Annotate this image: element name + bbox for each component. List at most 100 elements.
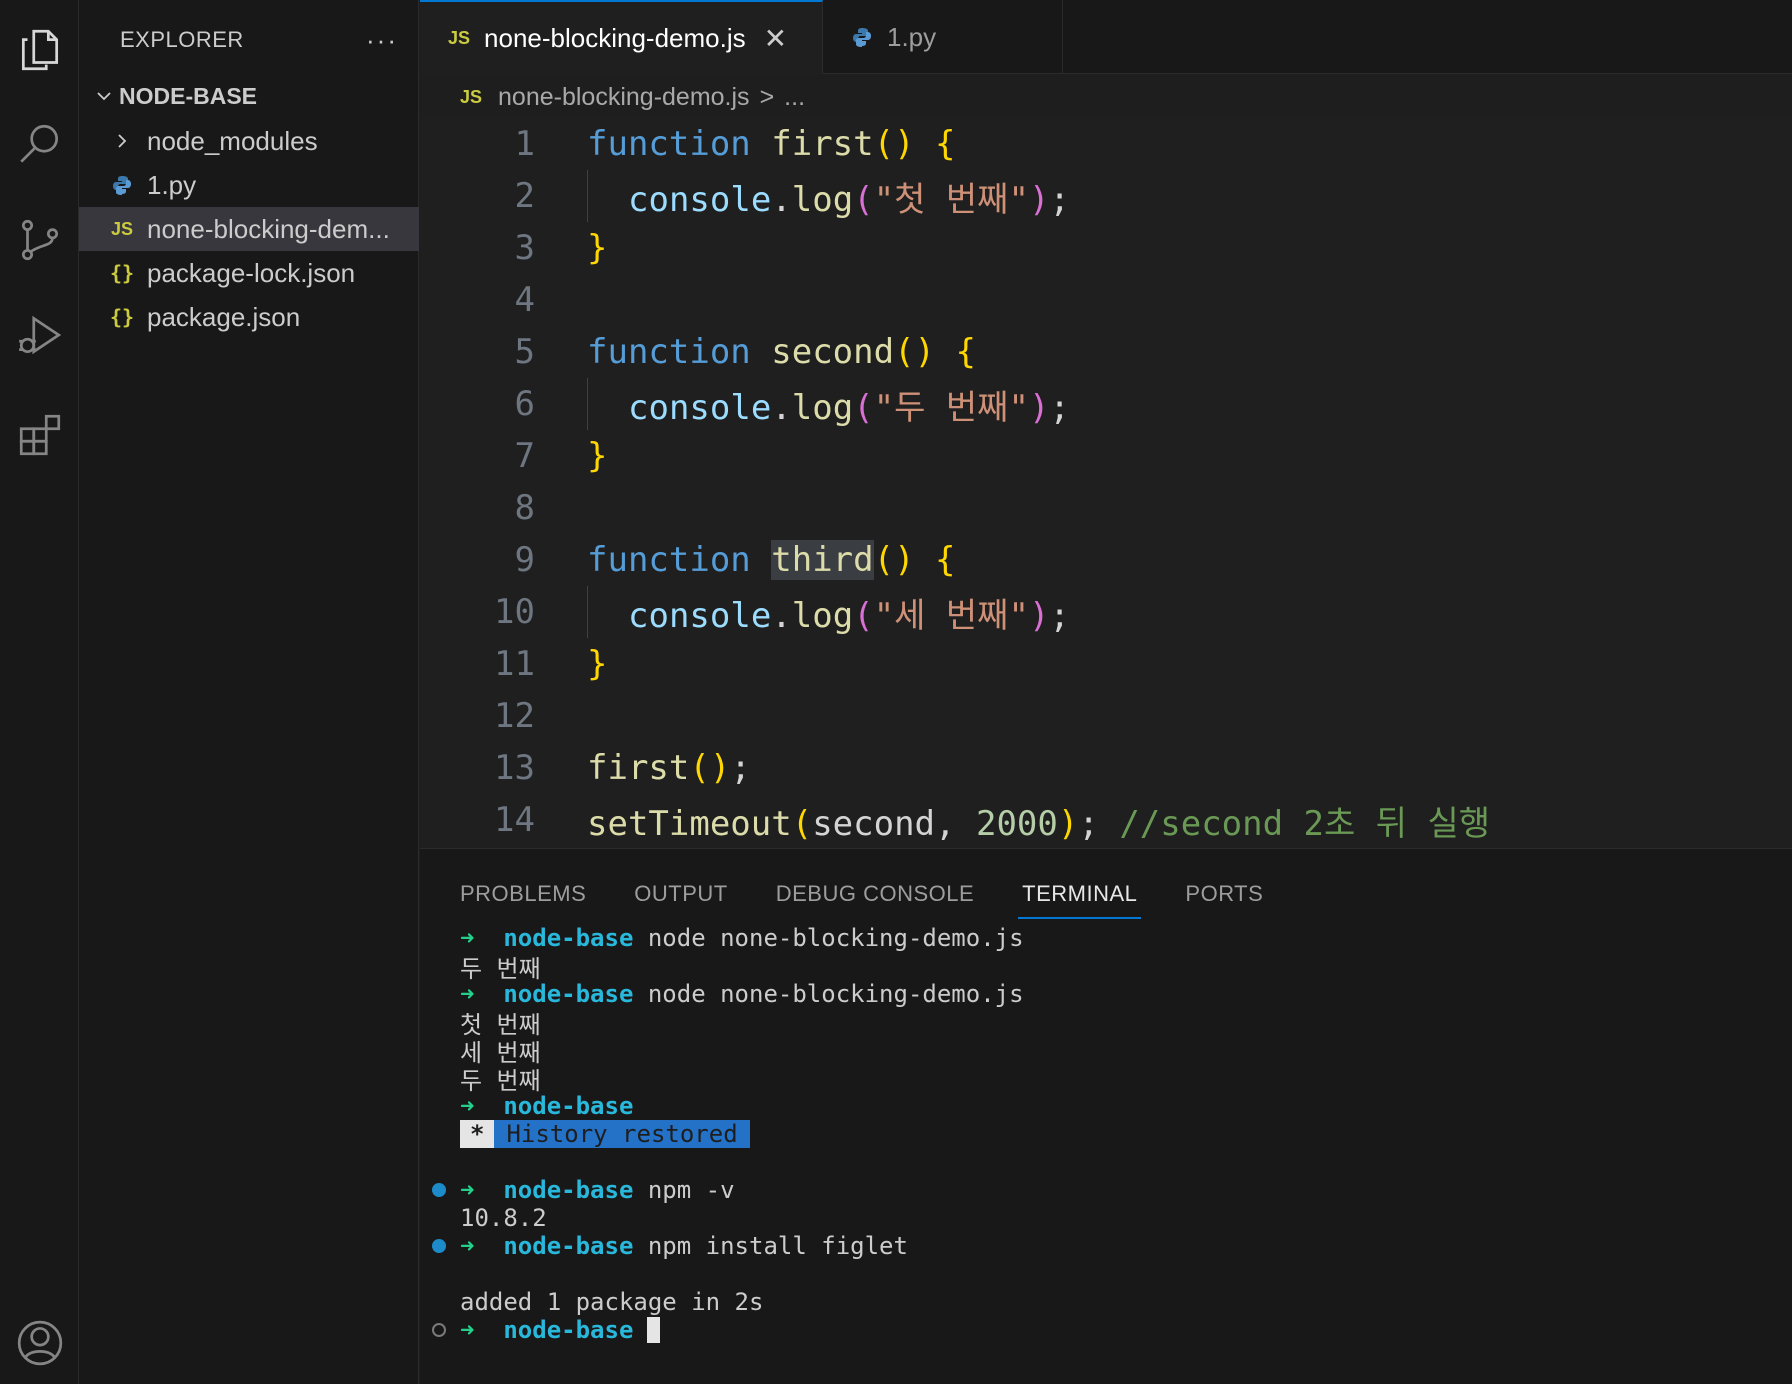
line-number: 5 (514, 332, 535, 372)
code-comment: //second 2초 뒤 실행 (1119, 803, 1491, 844)
tree-item-label: none-blocking-dem... (147, 213, 390, 244)
terminal-line: ➜ node-base (432, 1316, 661, 1344)
code-token: { (955, 332, 976, 372)
line-number: 11 (494, 644, 535, 684)
python-icon (851, 26, 873, 48)
json-icon: {} (109, 305, 135, 329)
prompt-arrow: ➜ (460, 1316, 475, 1344)
indent-guide (587, 586, 588, 638)
line-number: 4 (514, 280, 535, 320)
code-token: console (628, 595, 772, 636)
line-number: 10 (494, 592, 535, 632)
code-token: second (812, 803, 936, 844)
tab-label: 1.py (887, 21, 937, 52)
code-token: } (587, 644, 608, 684)
code-token: ) (1028, 595, 1050, 636)
code-token: { (935, 124, 956, 164)
breadcrumb: JS none-blocking-demo.js > ... (460, 76, 805, 118)
close-icon[interactable]: ✕ (764, 22, 787, 55)
tab-output[interactable]: OUTPUT (634, 869, 727, 919)
code-line: 14 setTimeout(second, 2000); //second 2초… (420, 794, 1792, 846)
code-token: ) (1057, 803, 1079, 844)
breadcrumb-symbol[interactable]: ... (784, 83, 805, 112)
history-text: History restored (494, 1120, 750, 1148)
prompt-dir: node-base (503, 1232, 634, 1260)
command-pending-dot[interactable] (432, 1323, 446, 1337)
tree-item-1-py[interactable]: 1.py (79, 163, 419, 207)
line-number: 2 (514, 176, 535, 216)
panel-tabs: PROBLEMS OUTPUT DEBUG CONSOLE TERMINAL P… (460, 869, 1263, 919)
more-actions-icon[interactable]: ··· (366, 25, 398, 56)
code-line: 10 console.log("세 번째"); (420, 586, 1792, 638)
terminal-command: npm install figlet (647, 1232, 908, 1260)
code-line: 8 (420, 482, 1792, 534)
code-token: () (894, 332, 936, 372)
line-number: 14 (494, 800, 535, 840)
code-token: first (587, 748, 690, 788)
tree-item-package-json[interactable]: {} package.json (79, 295, 419, 339)
chevron-down-icon (89, 86, 119, 106)
code-token: log (791, 179, 854, 220)
json-icon: {} (109, 261, 135, 285)
code-token: 2000 (975, 803, 1058, 844)
terminal-output-text: 10.8.2 (460, 1204, 547, 1232)
explorer-title: EXPLORER (120, 27, 244, 52)
code-token: , (935, 803, 976, 844)
code-token: { (935, 540, 956, 580)
run-debug-icon[interactable] (0, 300, 79, 370)
terminal-line: 두 번째 (460, 952, 541, 983)
code-token: ( (853, 595, 874, 636)
code-line: 9 function third() { (420, 534, 1792, 586)
tree-item-none-blocking-demo[interactable]: JS none-blocking-dem... (79, 207, 419, 251)
code-line: 6 console.log("두 번째"); (420, 378, 1792, 430)
code-token: ; (1049, 387, 1070, 428)
terminal-command: npm -v (647, 1176, 735, 1204)
history-star: * (460, 1120, 495, 1148)
terminal-command: node none-blocking-demo.js (647, 980, 1024, 1008)
tab-debug-console[interactable]: DEBUG CONSOLE (776, 869, 974, 919)
tab-problems[interactable]: PROBLEMS (460, 869, 586, 919)
code-token: () (689, 748, 731, 788)
tab-1-py[interactable]: 1.py (823, 0, 1063, 74)
code-token: console (628, 387, 772, 428)
command-success-dot[interactable] (432, 1183, 446, 1197)
terminal-cursor (647, 1317, 661, 1343)
explorer-icon[interactable] (0, 15, 79, 85)
folder-root[interactable]: NODE-BASE (79, 76, 419, 116)
code-editor[interactable]: 1 function first() { 2 console.log("첫 번째… (420, 118, 1792, 848)
terminal-line: ➜ node-base node none-blocking-demo.js (460, 980, 1024, 1008)
line-number: 9 (514, 540, 535, 580)
code-token: () (873, 124, 915, 164)
code-token: "세 번째" (873, 595, 1029, 636)
tree-item-node-modules[interactable]: node_modules (79, 119, 419, 163)
code-line: 11 } (420, 638, 1792, 690)
search-icon[interactable] (0, 110, 79, 180)
terminal-line: 두 번째 (460, 1064, 541, 1095)
command-success-dot[interactable] (432, 1239, 446, 1253)
tree-item-package-lock[interactable]: {} package-lock.json (79, 251, 419, 295)
breadcrumb-file[interactable]: none-blocking-demo.js (498, 83, 750, 112)
bottom-panel: PROBLEMS OUTPUT DEBUG CONSOLE TERMINAL P… (420, 848, 1792, 1384)
code-token-highlighted: third (771, 540, 874, 580)
indent-guide (587, 170, 588, 222)
tab-none-blocking-demo[interactable]: JS none-blocking-demo.js ✕ (420, 0, 823, 74)
code-token: log (791, 387, 854, 428)
code-token: () (873, 540, 915, 580)
terminal-line: added 1 package in 2s (460, 1288, 763, 1316)
code-token: console (628, 179, 772, 220)
tab-label: none-blocking-demo.js (484, 22, 746, 53)
code-token: ( (853, 179, 874, 220)
tree-item-label: package-lock.json (147, 257, 356, 288)
source-control-icon[interactable] (0, 205, 79, 275)
line-number: 13 (494, 748, 535, 788)
tab-terminal[interactable]: TERMINAL (1018, 869, 1142, 919)
js-icon: JS (448, 27, 471, 48)
code-line: 1 function first() { (420, 118, 1792, 170)
terminal-line: ➜ node-base (460, 1092, 633, 1120)
extensions-icon[interactable] (0, 400, 79, 470)
code-line: 12 (420, 690, 1792, 742)
terminal-line: ➜ node-base node none-blocking-demo.js (460, 924, 1024, 952)
tab-ports[interactable]: PORTS (1185, 869, 1263, 919)
code-line: 5 function second() { (420, 326, 1792, 378)
account-icon[interactable] (0, 1308, 79, 1378)
